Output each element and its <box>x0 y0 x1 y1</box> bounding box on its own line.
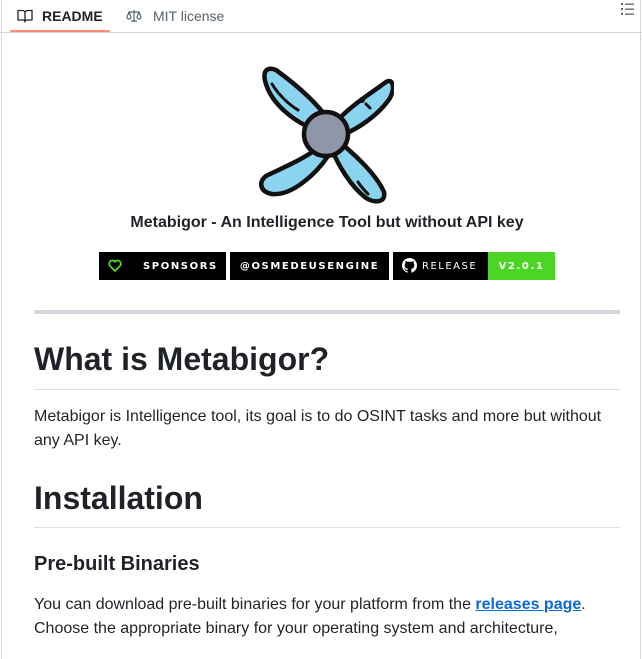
metabigor-logo-icon <box>258 66 394 204</box>
heart-icon <box>108 259 122 272</box>
sponsors-badge-label: SPONSORS <box>143 261 218 272</box>
heading-what-is-metabigor: What is Metabigor? <box>34 341 330 377</box>
releases-page-link[interactable]: releases page <box>475 596 581 613</box>
tab-readme-label: README <box>42 8 103 24</box>
heading-installation: Installation <box>34 480 203 516</box>
version-badge-label: V2.0.1 <box>498 260 545 272</box>
scale-icon <box>126 10 142 22</box>
description-paragraph: Metabigor is Intelligence tool, its goal… <box>34 408 602 449</box>
heading-underline <box>34 527 620 528</box>
readme-tagline: Metabigor - An Intelligence Tool but wit… <box>130 214 524 231</box>
heading-prebuilt-binaries: Pre-built Binaries <box>34 553 200 575</box>
version-badge[interactable]: V2.0.1 <box>488 252 555 280</box>
osmedeus-badge-label: @OSMEDEUSENGINE <box>239 260 380 272</box>
release-badge[interactable]: RELEASE <box>393 252 488 280</box>
active-tab-indicator <box>10 30 110 32</box>
book-icon <box>17 9 33 23</box>
tab-readme[interactable]: README <box>10 0 110 32</box>
download-paragraph: You can download pre-built binaries for … <box>34 593 624 641</box>
release-badge-label: RELEASE <box>422 261 478 272</box>
download-text-before: You can download pre-built binaries for … <box>34 596 476 613</box>
osmedeus-badge[interactable]: @OSMEDEUSENGINE <box>230 252 389 280</box>
heading-underline <box>34 389 620 390</box>
tab-bar: README MIT license <box>0 0 642 33</box>
tab-license[interactable]: MIT license <box>126 0 224 32</box>
list-icon[interactable] <box>618 0 636 18</box>
github-icon <box>402 258 417 273</box>
sponsors-badge[interactable]: SPONSORS <box>99 252 226 280</box>
section-divider <box>34 310 620 314</box>
tab-license-label: MIT license <box>153 8 225 24</box>
